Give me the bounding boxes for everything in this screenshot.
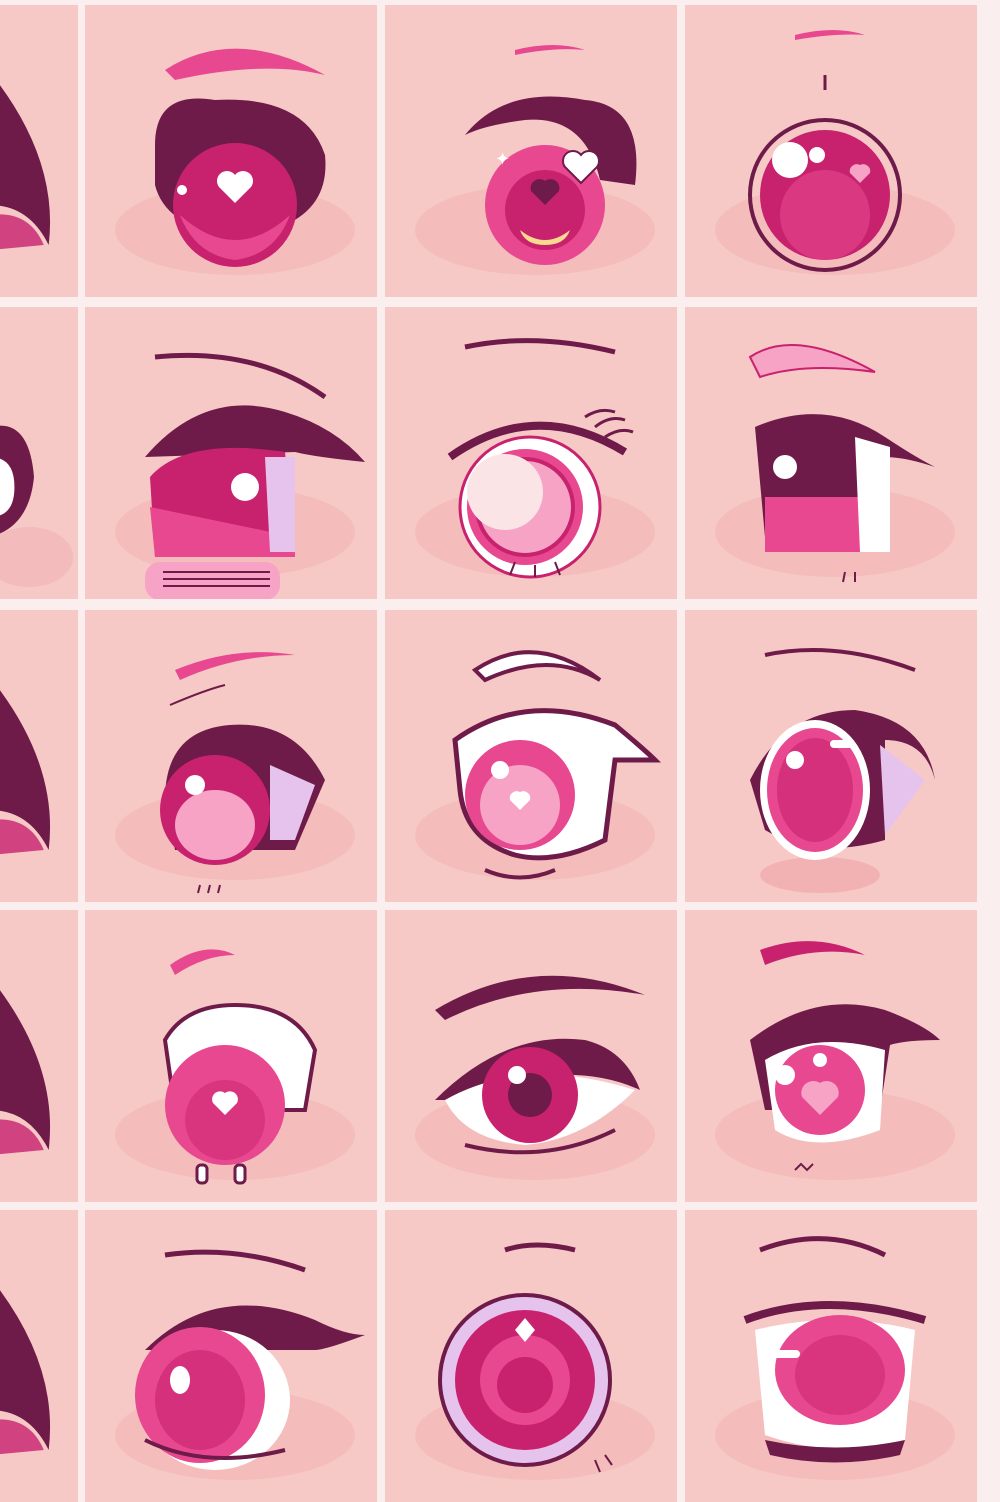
cute-eye-icon [685,910,977,1202]
sleepy-eye-icon [685,1210,977,1502]
eye-tile-r2-c3 [385,307,677,599]
eye-tile-r1-c3: ✦ [385,5,677,297]
eye-tile-r3-c4 [685,610,977,902]
eye-tile-r4-c1 [0,910,78,1202]
almond-eye-icon [385,910,677,1202]
outlined-heart-eye-icon [385,610,677,902]
lashed-eye-icon [385,307,677,599]
svg-text:✦: ✦ [495,149,510,170]
eye-tile-r5-c1 [0,1210,78,1502]
eye-partial-icon [0,1210,78,1502]
eye-tile-r2-c4 [685,307,977,599]
eye-partial-icon [0,307,78,599]
eye-tile-r2-c2 [85,307,377,599]
eye-tile-r1-c1 [0,5,78,297]
eye-tile-r3-c1 [0,610,78,902]
glossy-eye-icon [685,610,977,902]
bun-heart-eye-icon [85,910,377,1202]
eye-tile-r3-c3 [385,610,677,902]
heart-eye-icon [85,5,377,297]
eye-tile-r5-c4 [685,1210,977,1502]
lidded-eye-icon [85,307,377,599]
eye-tile-r4-c2 [85,910,377,1202]
gradient-eye-icon [85,610,377,902]
eye-tile-r2-c1 [0,307,78,599]
eye-tile-r5-c2 [85,1210,377,1502]
eye-tile-r4-c3 [385,910,677,1202]
eye-tile-r1-c4 [685,5,977,297]
eye-partial-icon [0,610,78,902]
galaxy-eye-icon [685,5,977,297]
eye-tile-r1-c2 [85,5,377,297]
side-eye-icon [685,307,977,599]
eye-partial-icon [0,5,78,297]
eye-style-grid: ✦ [0,0,1000,1502]
eye-partial-icon [0,910,78,1202]
eye-tile-r5-c3 [385,1210,677,1502]
wide-eye-icon [85,1210,377,1502]
diamond-eye-icon [385,1210,677,1502]
sparkle-heart-eye-icon: ✦ [385,5,677,297]
eye-tile-r4-c4 [685,910,977,1202]
eye-tile-r3-c2 [85,610,377,902]
